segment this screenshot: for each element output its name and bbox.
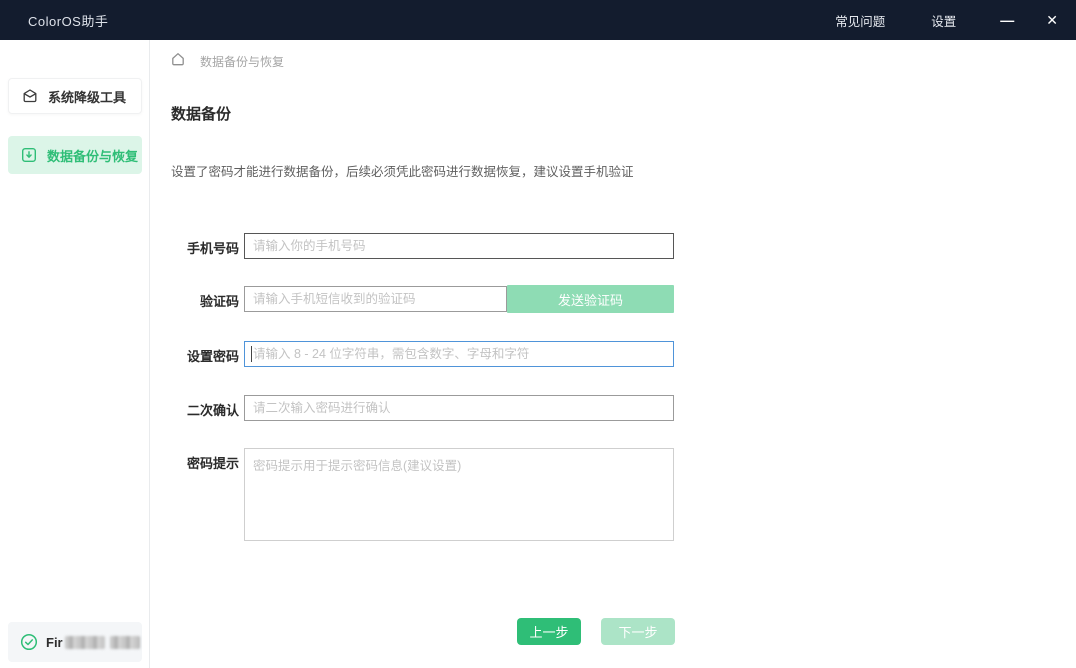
code-label: 验证码 bbox=[150, 291, 239, 310]
account-status-card[interactable]: Fir bbox=[8, 622, 142, 662]
redacted-text bbox=[110, 636, 140, 649]
minimize-icon[interactable]: — bbox=[1000, 13, 1014, 27]
sidebar: 系统降级工具 数据备份与恢复 bbox=[0, 40, 150, 668]
titlebar: ColorOS助手 常见问题 设置 — ✕ bbox=[0, 0, 1076, 40]
phone-label: 手机号码 bbox=[150, 238, 239, 257]
settings-menu-item[interactable]: 设置 bbox=[931, 11, 956, 30]
phone-input[interactable] bbox=[244, 233, 674, 259]
page-description: 设置了密码才能进行数据备份，后续必须凭此密码进行数据恢复，建议设置手机验证 bbox=[171, 161, 634, 180]
confirm-password-label: 二次确认 bbox=[150, 400, 239, 419]
titlebar-actions: 常见问题 设置 — ✕ bbox=[835, 11, 1076, 30]
sidebar-item-label: 数据备份与恢复 bbox=[47, 146, 138, 165]
close-icon[interactable]: ✕ bbox=[1046, 13, 1058, 27]
faq-menu-item[interactable]: 常见问题 bbox=[835, 11, 885, 30]
sidebar-item-label: 系统降级工具 bbox=[48, 87, 126, 106]
mail-icon bbox=[22, 88, 38, 104]
send-code-button[interactable]: 发送验证码 bbox=[507, 285, 674, 313]
text-caret bbox=[251, 346, 252, 362]
breadcrumb-label: 数据备份与恢复 bbox=[200, 53, 284, 70]
account-name: Fir bbox=[46, 635, 63, 650]
main-content: 数据备份与恢复 数据备份 设置了密码才能进行数据备份，后续必须凭此密码进行数据恢… bbox=[150, 40, 1076, 668]
page-title: 数据备份 bbox=[171, 103, 231, 124]
backup-download-icon bbox=[21, 147, 37, 163]
breadcrumb: 数据备份与恢复 bbox=[170, 51, 284, 72]
code-input[interactable] bbox=[244, 286, 507, 312]
next-step-button[interactable]: 下一步 bbox=[601, 618, 675, 645]
check-circle-icon bbox=[20, 633, 38, 651]
password-hint-label: 密码提示 bbox=[150, 453, 239, 472]
confirm-password-input[interactable] bbox=[244, 395, 674, 421]
redacted-text bbox=[65, 636, 105, 649]
sidebar-item-system-downgrade-tool[interactable]: 系统降级工具 bbox=[8, 78, 142, 114]
previous-step-button[interactable]: 上一步 bbox=[517, 618, 581, 645]
app-title: ColorOS助手 bbox=[28, 11, 108, 30]
password-label: 设置密码 bbox=[150, 346, 239, 365]
app-window: ColorOS助手 常见问题 设置 — ✕ 系统降级工具 bbox=[0, 0, 1076, 668]
password-hint-textarea[interactable] bbox=[244, 448, 674, 541]
home-icon[interactable] bbox=[170, 51, 186, 72]
sidebar-item-data-backup-restore[interactable]: 数据备份与恢复 bbox=[8, 136, 142, 174]
password-input[interactable] bbox=[244, 341, 674, 367]
